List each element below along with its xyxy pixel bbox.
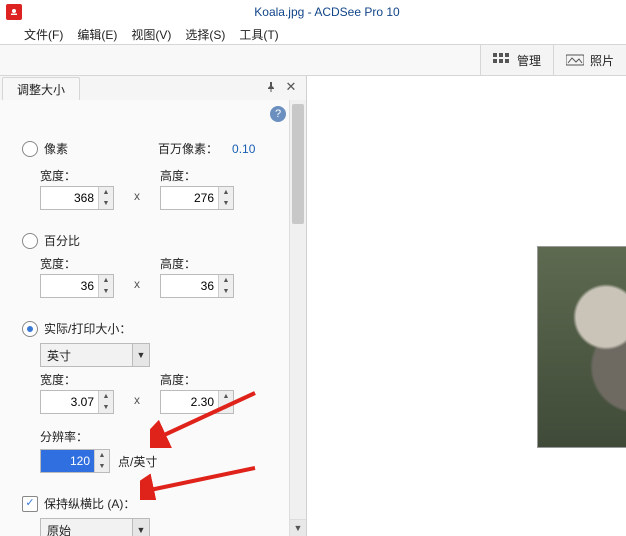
radio-percent[interactable] xyxy=(22,233,38,249)
photo-label: 照片 xyxy=(590,52,614,69)
spinner-up-icon[interactable]: ▲ xyxy=(99,275,113,286)
aspect-value: 原始 xyxy=(41,522,132,536)
actual-width-input[interactable] xyxy=(41,391,98,413)
percent-width-spinner[interactable]: ▲▼ xyxy=(40,274,114,298)
menu-bar: 文件(F) 编辑(E) 视图(V) 选择(S) 工具(T) xyxy=(0,24,626,44)
pixels-height-input[interactable] xyxy=(161,187,218,209)
actual-width-label: 宽度： xyxy=(40,371,114,388)
percent-width-input[interactable] xyxy=(41,275,98,297)
resolution-input[interactable] xyxy=(41,450,94,472)
x-separator: x xyxy=(134,277,140,291)
megapixel-label: 百万像素： xyxy=(158,140,218,157)
resize-panel: 调整大小 ✕ ? 像素 百万像素： 0.10 宽度： xyxy=(0,76,307,536)
percent-height-label: 高度： xyxy=(160,255,234,272)
checkbox-aspect[interactable] xyxy=(22,496,38,512)
chevron-down-icon: ▼ xyxy=(132,344,149,366)
unit-value: 英寸 xyxy=(41,347,132,364)
aspect-combo[interactable]: 原始▼ xyxy=(40,518,150,536)
image-canvas[interactable] xyxy=(307,76,626,536)
manage-mode-button[interactable]: 管理 xyxy=(480,45,553,75)
radio-actual[interactable] xyxy=(22,321,38,337)
radio-pixels[interactable] xyxy=(22,141,38,157)
actual-height-spinner[interactable]: ▲▼ xyxy=(160,390,234,414)
spinner-down-icon[interactable]: ▼ xyxy=(95,461,109,472)
x-separator: x xyxy=(134,393,140,407)
unit-combo[interactable]: 英寸▼ xyxy=(40,343,150,367)
radio-pixels-label: 像素 xyxy=(44,140,68,157)
menu-file[interactable]: 文件(F) xyxy=(24,26,63,43)
pixels-width-input[interactable] xyxy=(41,187,98,209)
panel-scrollbar[interactable]: ▼ xyxy=(289,100,306,536)
window-title: Koala.jpg - ACDSee Pro 10 xyxy=(28,5,626,19)
spinner-down-icon[interactable]: ▼ xyxy=(219,402,233,413)
title-bar: Koala.jpg - ACDSee Pro 10 xyxy=(0,0,626,24)
spinner-up-icon[interactable]: ▲ xyxy=(99,391,113,402)
percent-height-spinner[interactable]: ▲▼ xyxy=(160,274,234,298)
spinner-up-icon[interactable]: ▲ xyxy=(99,187,113,198)
grid-icon xyxy=(493,53,511,67)
app-icon xyxy=(6,4,22,20)
aspect-label: 保持纵横比 (A)： xyxy=(44,495,135,512)
percent-height-input[interactable] xyxy=(161,275,218,297)
scrollbar-thumb[interactable] xyxy=(292,104,304,224)
menu-edit[interactable]: 编辑(E) xyxy=(77,26,117,43)
scrollbar-down-icon[interactable]: ▼ xyxy=(290,519,306,536)
panel-tabs: 调整大小 ✕ xyxy=(0,76,306,100)
resolution-unit: 点/英寸 xyxy=(118,453,157,470)
close-icon[interactable]: ✕ xyxy=(284,80,298,94)
spinner-up-icon[interactable]: ▲ xyxy=(219,275,233,286)
actual-height-input[interactable] xyxy=(161,391,218,413)
spinner-up-icon[interactable]: ▲ xyxy=(219,187,233,198)
menu-view[interactable]: 视图(V) xyxy=(131,26,171,43)
spinner-down-icon[interactable]: ▼ xyxy=(219,286,233,297)
x-separator: x xyxy=(134,189,140,203)
pixels-width-spinner[interactable]: ▲▼ xyxy=(40,186,114,210)
spinner-down-icon[interactable]: ▼ xyxy=(219,198,233,209)
spinner-down-icon[interactable]: ▼ xyxy=(99,286,113,297)
actual-height-label: 高度： xyxy=(160,371,234,388)
spinner-down-icon[interactable]: ▼ xyxy=(99,402,113,413)
spinner-up-icon[interactable]: ▲ xyxy=(219,391,233,402)
spinner-up-icon[interactable]: ▲ xyxy=(95,450,109,461)
mode-toolbar: 管理 照片 xyxy=(0,44,626,76)
percent-width-label: 宽度： xyxy=(40,255,114,272)
preview-image xyxy=(537,246,626,448)
manage-label: 管理 xyxy=(517,52,541,69)
megapixel-value: 0.10 xyxy=(232,142,255,156)
actual-width-spinner[interactable]: ▲▼ xyxy=(40,390,114,414)
photo-mode-button[interactable]: 照片 xyxy=(553,45,626,75)
spinner-down-icon[interactable]: ▼ xyxy=(99,198,113,209)
radio-percent-label: 百分比 xyxy=(44,232,80,249)
resolution-spinner[interactable]: ▲▼ xyxy=(40,449,110,473)
pin-icon[interactable] xyxy=(264,80,278,94)
chevron-down-icon: ▼ xyxy=(132,519,149,536)
menu-select[interactable]: 选择(S) xyxy=(185,26,225,43)
menu-tools[interactable]: 工具(T) xyxy=(239,26,278,43)
radio-actual-label: 实际/打印大小： xyxy=(44,320,131,337)
resolution-label: 分辨率： xyxy=(40,428,88,445)
photo-icon xyxy=(566,53,584,67)
tab-resize[interactable]: 调整大小 xyxy=(2,77,80,100)
pixels-width-label: 宽度： xyxy=(40,167,114,184)
pixels-height-label: 高度： xyxy=(160,167,234,184)
pixels-height-spinner[interactable]: ▲▼ xyxy=(160,186,234,210)
